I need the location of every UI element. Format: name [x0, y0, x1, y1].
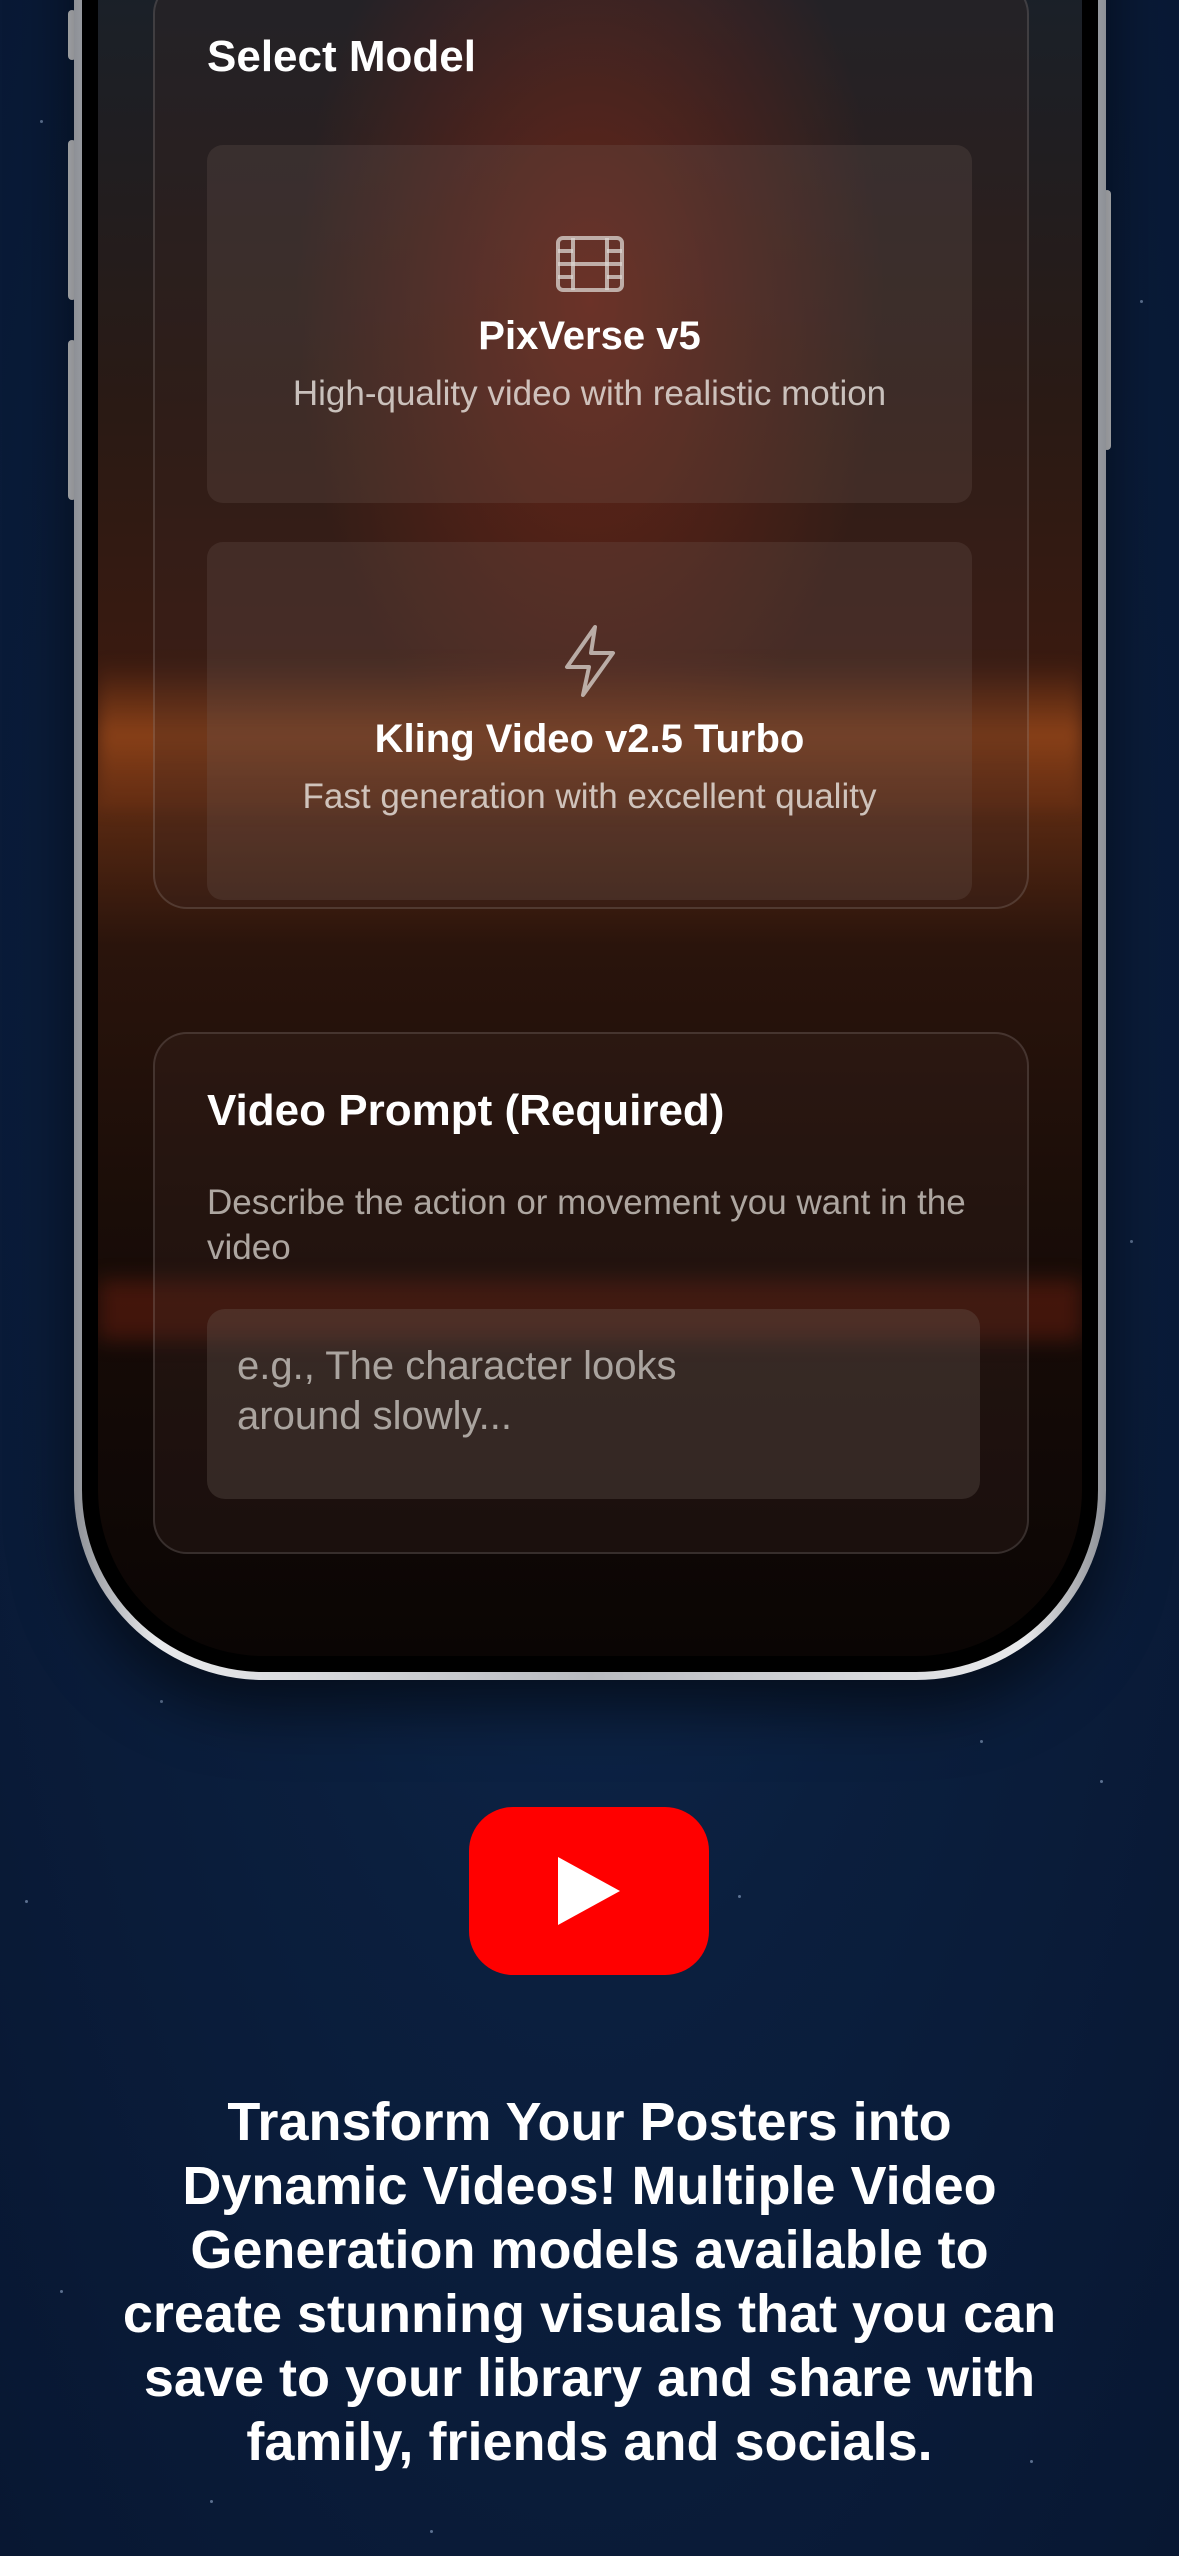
- model-name: Kling Video v2.5 Turbo: [374, 717, 805, 761]
- youtube-play-icon: [469, 1807, 709, 1975]
- promo-tagline: Transform Your Posters into Dynamic Vide…: [122, 2092, 1057, 2472]
- video-prompt-title: Video Prompt (Required): [207, 1086, 725, 1135]
- video-prompt-description: Describe the action or movement you want…: [207, 1183, 966, 1267]
- lightning-icon: [564, 625, 615, 697]
- select-model-panel: Select Model PixVerse v5 High-quality vi…: [153, 0, 1029, 909]
- play-triangle-icon: [558, 1857, 620, 1925]
- model-name: PixVerse v5: [478, 314, 701, 358]
- film-icon: [555, 236, 624, 292]
- video-prompt-placeholder: e.g., The character looks around slowly.…: [237, 1344, 677, 1438]
- video-prompt-panel: Video Prompt (Required) Describe the act…: [153, 1032, 1029, 1554]
- model-card-pixverse[interactable]: PixVerse v5 High-quality video with real…: [207, 145, 972, 503]
- model-card-kling[interactable]: Kling Video v2.5 Turbo Fast generation w…: [207, 542, 972, 900]
- select-model-title: Select Model: [207, 32, 476, 81]
- model-description: Fast generation with excellent quality: [302, 777, 877, 816]
- video-prompt-input[interactable]: e.g., The character looks around slowly.…: [207, 1309, 980, 1499]
- model-description: High-quality video with realistic motion: [292, 374, 887, 413]
